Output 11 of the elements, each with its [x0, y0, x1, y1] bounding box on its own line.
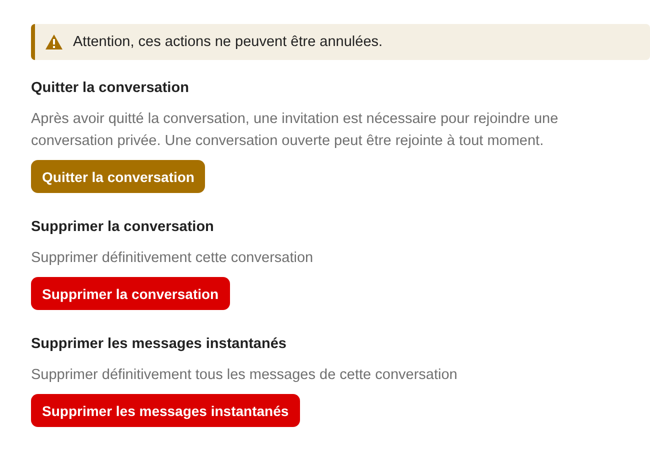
- delete-button[interactable]: Supprimer les messages instantanés: [31, 394, 300, 427]
- delete-button[interactable]: Supprimer la conversation: [31, 277, 230, 310]
- section-description: Supprimer définitivement tous les messages de cette conversation: [31, 366, 458, 385]
- leave-button[interactable]: Quitter la conversation: [31, 160, 206, 193]
- warning-text: Attention, ces actions ne peuvent être annulées.: [73, 34, 383, 50]
- section-description: Supprimer définitivement cette conversation: [31, 249, 314, 268]
- section-description: Après avoir quitté la conversation, une invitation est nécessaire pour rejoindre une conversation privée. Une conversation ouverte peut être rejointe à tout moment.: [31, 110, 560, 151]
- section-title: Supprimer la conversation: [31, 219, 214, 235]
- section-title: Quitter la conversation: [31, 80, 189, 96]
- warning-icon: [45, 34, 63, 50]
- section-title: Supprimer les messages instantanés: [31, 336, 286, 352]
